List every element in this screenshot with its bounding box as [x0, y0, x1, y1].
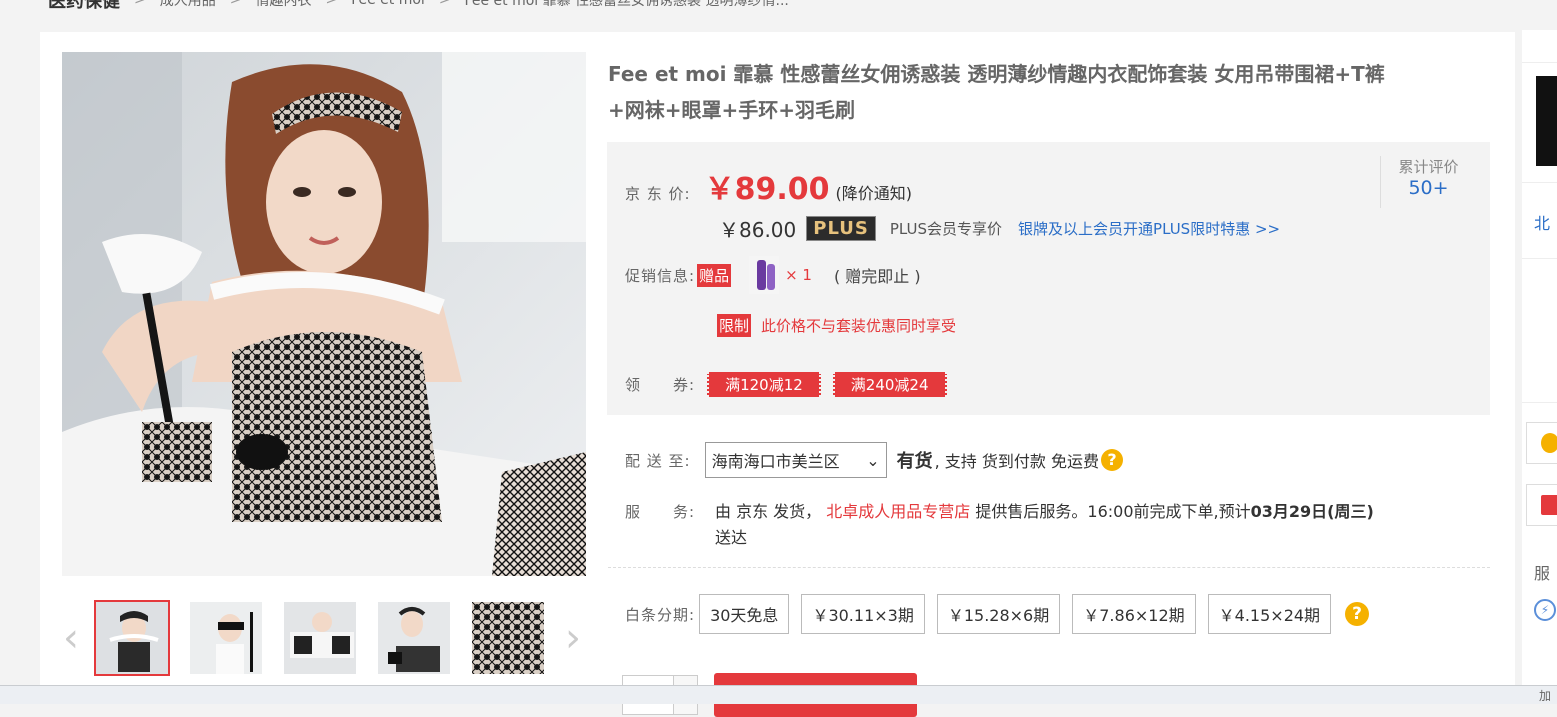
plus-text: PLUS会员专享价 — [889, 220, 1003, 238]
delivery-date: 03月29日(周三) — [1250, 502, 1374, 521]
divider — [1522, 402, 1557, 403]
service-prefix: 由 京东 发货， — [715, 502, 822, 521]
thumbnail[interactable] — [282, 600, 358, 676]
breadcrumb-separator: > — [438, 0, 451, 8]
service-tab[interactable]: 服 — [1534, 560, 1550, 584]
delivery-label: 配 送 至: — [625, 451, 691, 470]
installment-option[interactable]: ￥4.15×24期 — [1207, 594, 1332, 634]
status-bar-text: 加 — [1538, 689, 1551, 703]
shop-home-button[interactable] — [1526, 484, 1557, 526]
help-icon[interactable]: ? — [1345, 602, 1370, 626]
installment-row: 白条分期: 30天免息 ￥30.11×3期 ￥15.28×6期 ￥7.86×12… — [625, 594, 1370, 634]
divider — [608, 567, 1490, 568]
thumbnail[interactable] — [470, 600, 546, 676]
coupon-button[interactable]: 满240减24 — [832, 372, 947, 397]
home-icon — [1541, 495, 1557, 515]
limit-text: 此价格不与套装优惠同时享受 — [761, 317, 957, 335]
lightning-icon[interactable]: ⚡ — [1534, 599, 1556, 621]
product-main-image[interactable] — [62, 52, 586, 576]
breadcrumb: 医药保健 > 成人用品 > 情趣内衣 > Fee et moi > Fee et… — [48, 0, 789, 14]
thumbnail[interactable] — [94, 600, 170, 676]
review-count[interactable]: 50+ — [1381, 177, 1476, 199]
store-link[interactable]: 北卓成人用品专营店 — [826, 502, 970, 521]
service-text: 由 京东 发货， 北卓成人用品专营店 提供售后服务。16:00前完成下单,预计0… — [715, 499, 1475, 551]
divider — [1522, 258, 1557, 259]
breadcrumb-item[interactable]: Fee et moi — [351, 0, 425, 8]
help-icon[interactable]: ? — [1100, 449, 1123, 471]
promo-label: 促销信息: — [625, 266, 696, 285]
service-suffix: 送达 — [715, 528, 748, 547]
price-value: ￥89.00 — [704, 172, 830, 207]
qr-code-icon[interactable] — [1536, 76, 1557, 166]
installment-option[interactable]: 30天免息 — [699, 594, 790, 634]
thumbnail[interactable] — [188, 600, 264, 676]
star-icon — [1541, 433, 1557, 453]
limit-row: 限制 此价格不与套装优惠同时享受 — [715, 314, 956, 337]
follow-shop-button[interactable] — [1526, 422, 1557, 464]
gift-count: × 1 — [785, 266, 812, 284]
product-title: Fee et moi 霏慕 性感蕾丝女佣诱惑装 透明薄纱情趣内衣配饰套装 女用吊… — [608, 62, 1385, 122]
gift-note: ( 赠完即止 ) — [833, 267, 921, 286]
thumbnail-strip: ‹ › — [60, 598, 590, 680]
coupon-button[interactable]: 满120减12 — [707, 372, 821, 397]
breadcrumb-item[interactable]: 成人用品 — [160, 0, 216, 10]
plus-price-row: ￥86.00 PLUS PLUS会员专享价 银牌及以上会员开通PLUS限时特惠 … — [719, 214, 1280, 243]
plus-price: ￥86.00 — [719, 218, 797, 242]
promo-row: 促销信息: 赠品 × 1 ( 赠完即止 ) — [625, 256, 921, 294]
region-value: 海南海口市美兰区 — [711, 452, 840, 471]
price-row: 京 东 价: ￥89.00 (降价通知) — [625, 164, 912, 208]
coupon-label: 领 券: — [625, 376, 696, 394]
thumbnail[interactable] — [376, 600, 452, 676]
installment-option[interactable]: ￥15.28×6期 — [936, 594, 1061, 634]
breadcrumb-root[interactable]: 医药保健 — [48, 0, 120, 13]
service-label: 服 务: — [625, 503, 696, 521]
chevron-down-icon: ⌄ — [866, 450, 880, 470]
gift-tag: 赠品 — [697, 263, 732, 287]
breadcrumb-separator: > — [229, 0, 242, 8]
review-summary[interactable]: 累计评价 50+ — [1380, 156, 1476, 208]
plus-badge: PLUS — [806, 216, 876, 241]
right-rail: 北 服 ⚡ — [1522, 30, 1557, 704]
price-summary: 京 东 价: ￥89.00 (降价通知) ￥86.00 PLUS PLUS会员专… — [607, 142, 1490, 415]
breadcrumb-item[interactable]: 情趣内衣 — [255, 0, 311, 10]
status-bar: 加 — [0, 685, 1557, 704]
divider — [1522, 182, 1557, 183]
service-middle: 提供售后服务。16:00前完成下单,预计 — [975, 502, 1251, 521]
divider — [1522, 62, 1557, 63]
chevron-left-icon[interactable]: ‹ — [60, 618, 82, 658]
shop-name[interactable]: 北 — [1534, 210, 1550, 234]
review-label: 累计评价 — [1398, 158, 1459, 176]
installment-option[interactable]: ￥30.11×3期 — [801, 594, 925, 634]
installment-label: 白条分期: — [625, 605, 696, 624]
product-card: ‹ › Fee et moi 霏慕 性感蕾丝女佣诱惑装 透明薄纱情趣内衣配饰套装… — [40, 32, 1515, 717]
breadcrumb-item: Fee et moi 霏慕 性感蕾丝女佣诱惑装 透明薄纱情... — [464, 0, 789, 9]
delivery-row: 配 送 至: 海南海口市美兰区 ⌄ 有货 , 支持 货到付款 免运费 ? — [625, 442, 1123, 478]
installment-option[interactable]: ￥7.86×12期 — [1072, 594, 1196, 634]
coupon-row: 领 券: 满120减12 满240减24 — [625, 372, 947, 397]
limit-tag: 限制 — [717, 314, 752, 337]
price-label: 京 东 价: — [625, 185, 691, 203]
chevron-right-icon[interactable]: › — [562, 618, 584, 658]
price-notify-link[interactable]: (降价通知) — [836, 180, 913, 204]
breadcrumb-separator: > — [134, 0, 146, 8]
stock-status: 有货 — [896, 451, 933, 472]
plus-upgrade-link[interactable]: 银牌及以上会员开通PLUS限时特惠 >> — [1018, 218, 1280, 239]
region-select[interactable]: 海南海口市美兰区 ⌄ — [704, 442, 887, 478]
gift-product-image[interactable] — [749, 256, 780, 294]
breadcrumb-separator: > — [325, 0, 338, 8]
delivery-note: , 支持 货到付款 免运费 — [934, 452, 1099, 471]
